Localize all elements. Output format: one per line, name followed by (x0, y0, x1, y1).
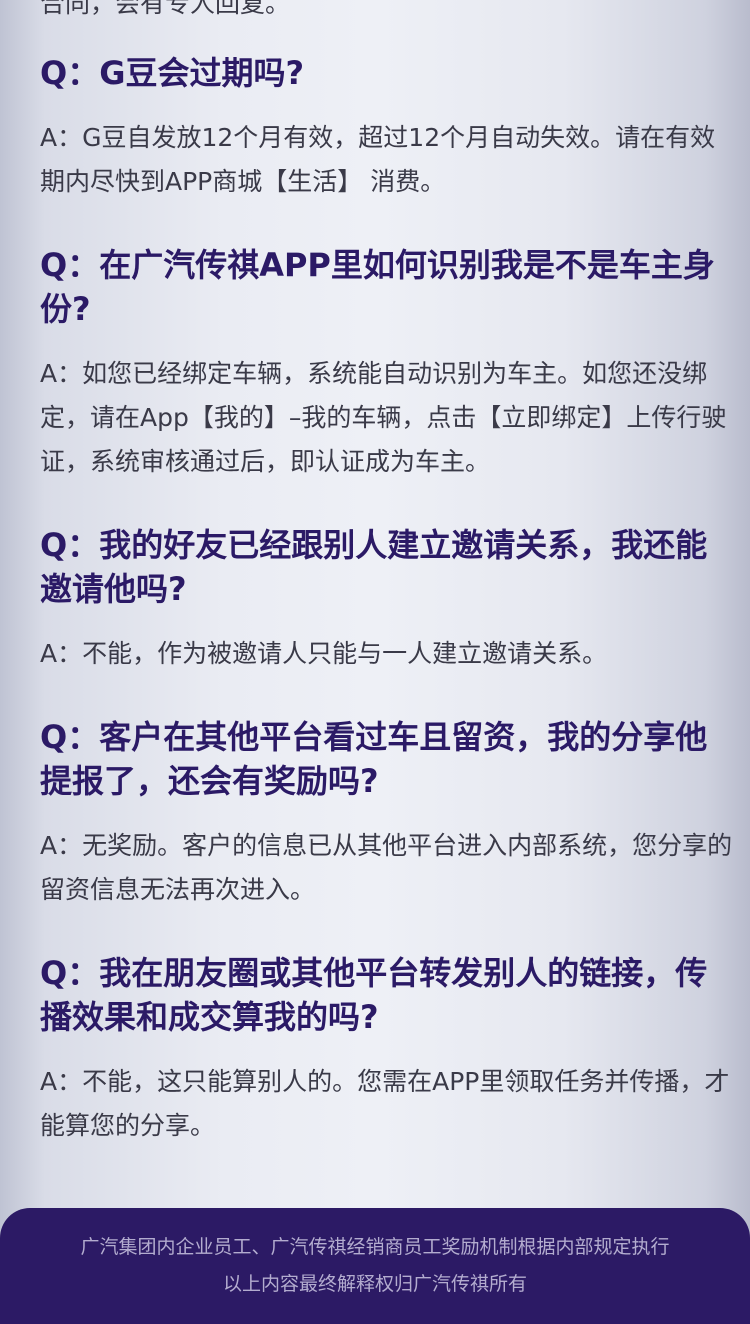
footer-line-2: 以上内容最终解释权归广汽传祺所有 (222, 1273, 527, 1295)
footer-disclaimer: 广汽集团内企业员工、广汽传祺经销商员工奖励机制根据内部规定执行 以上内容最终解释… (0, 1208, 750, 1324)
faq-answer-3: A：不能，作为被邀请人只能与一人建立邀请关系。 (40, 639, 608, 668)
faq-answer-1: A：G豆自发放12个月有效，超过12个月自动失效。请在有效期内尽快到APP商城【… (40, 123, 716, 196)
faq-question-5: Q：我在朋友圈或其他平台转发别人的链接，传播效果和成交算我的吗? (40, 954, 708, 1036)
faq-answer-4: A：无奖励。客户的信息已从其他平台进入内部系统，您分享的留资信息无法再次进入。 (40, 831, 733, 904)
faq-question-1: Q：G豆会过期吗? (40, 54, 305, 92)
partial-answer-text: 合同，会有专人回复。 (40, 0, 291, 18)
faq-question-2: Q：在广汽传祺APP里如何识别我是不是车主身份? (40, 246, 715, 328)
faq-question-3: Q：我的好友已经跟别人建立邀请关系，我还能邀请他吗? (40, 526, 708, 608)
faq-section: 合同，会有专人回复。 Q：G豆会过期吗? A：G豆自发放12个月有效，超过12个… (0, 0, 750, 1208)
footer-line-1: 广汽集团内企业员工、广汽传祺经销商员工奖励机制根据内部规定执行 (80, 1236, 670, 1258)
faq-answer-2: A：如您已经绑定车辆，系统能自动识别为车主。如您还没绑定，请在App【我的】–我… (40, 359, 727, 476)
faq-question-4: Q：客户在其他平台看过车且留资，我的分享他提报了，还会有奖励吗? (40, 718, 708, 800)
faq-answer-5: A：不能，这只能算别人的。您需在APP里领取任务并传播，才能算您的分享。 (40, 1067, 730, 1140)
